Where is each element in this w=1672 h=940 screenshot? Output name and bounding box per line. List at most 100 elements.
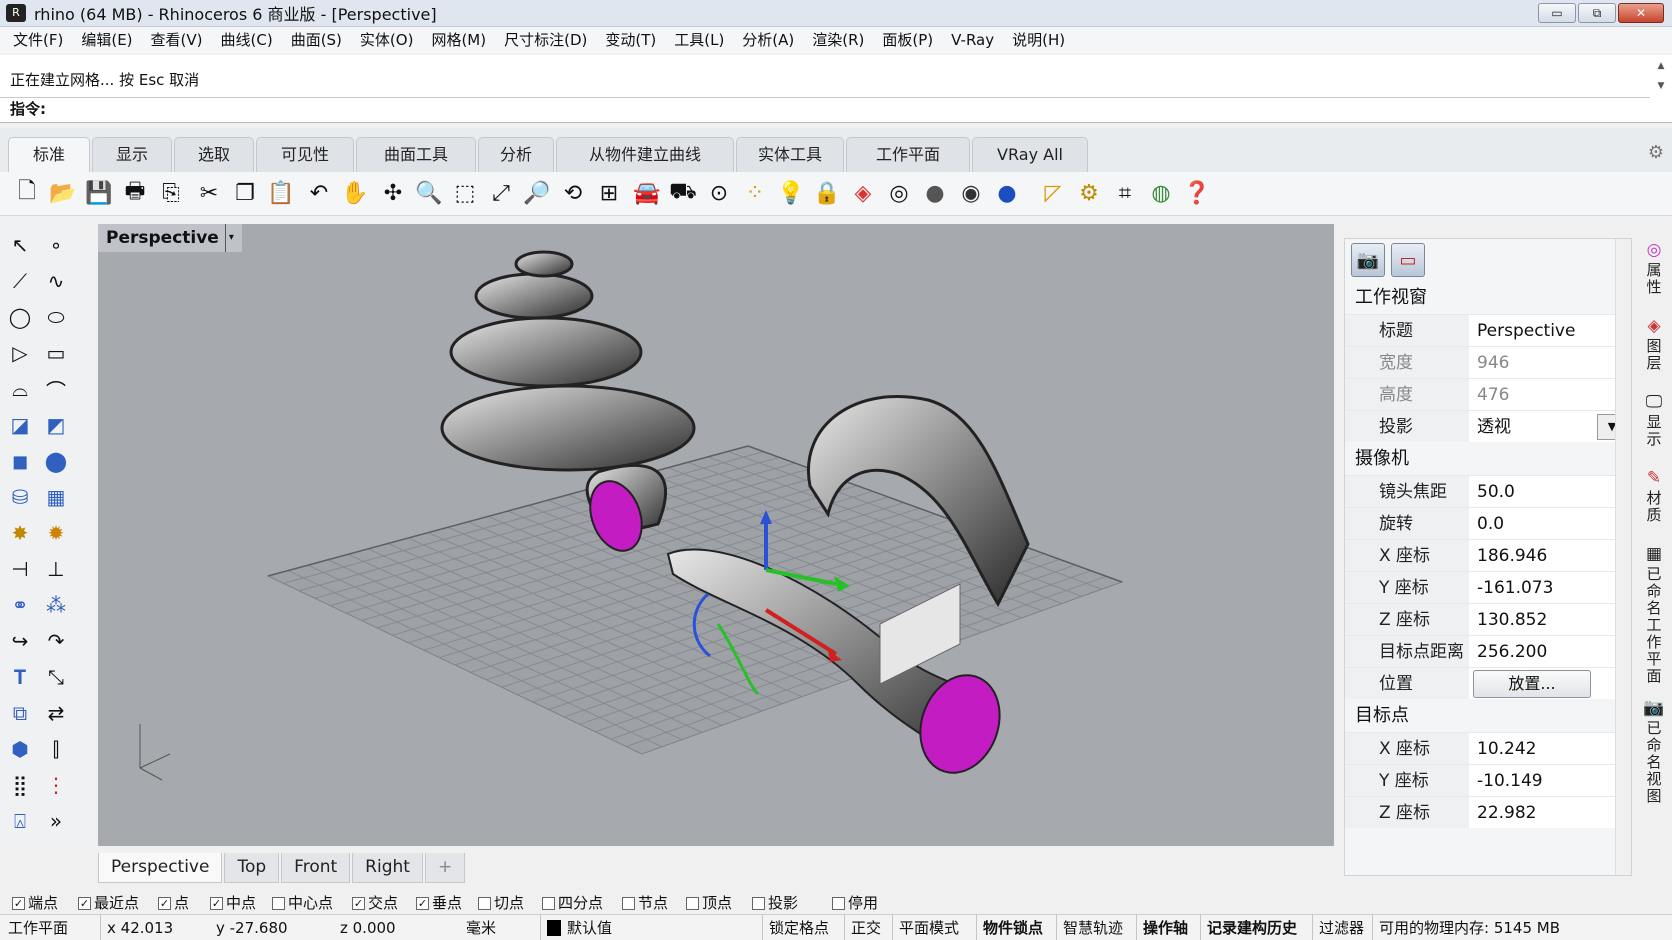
osnap-mid-checkbox[interactable]: ✓: [210, 896, 223, 910]
osnap-disable[interactable]: 停用: [832, 892, 878, 914]
osnap-vertex[interactable]: 顶点: [686, 892, 732, 914]
history-scroll-down-icon[interactable]: ▼: [1654, 81, 1668, 91]
filter-toggle[interactable]: 过滤器: [1312, 915, 1364, 940]
paste-icon[interactable]: 📋: [266, 178, 296, 208]
osnap-perp[interactable]: ✓ 垂点: [416, 892, 462, 914]
environment-sphere-icon[interactable]: ●: [992, 178, 1022, 208]
lock-icon[interactable]: 🔒: [812, 178, 842, 208]
osnap-knot-checkbox[interactable]: [622, 896, 635, 910]
menu-transform[interactable]: 变动(T): [596, 27, 665, 54]
prop-target-x-field[interactable]: 10.242: [1469, 733, 1631, 764]
planar-toggle[interactable]: 平面模式: [892, 915, 959, 940]
menu-surface[interactable]: 曲面(S): [282, 27, 351, 54]
prop-target-z-field[interactable]: 22.982: [1469, 797, 1631, 828]
wireframe-car-icon[interactable]: ⛟: [668, 178, 698, 208]
fillet-curve-icon[interactable]: ⌒: [40, 374, 72, 404]
new-file-icon[interactable]: 🗋: [12, 178, 42, 208]
undo-view-icon[interactable]: ⟲: [558, 178, 588, 208]
undo-icon[interactable]: ↶: [304, 178, 334, 208]
prop-camera-z-field[interactable]: 130.852: [1469, 604, 1631, 635]
more-tools-icon[interactable]: »: [40, 806, 72, 836]
osnap-tan[interactable]: 切点: [478, 892, 524, 914]
tab-solid-tools[interactable]: 实体工具: [736, 137, 844, 172]
pan-hand-icon[interactable]: ✋: [340, 178, 370, 208]
osnap-end-checkbox[interactable]: ✓: [12, 896, 25, 910]
extrude-surface-icon[interactable]: ◩: [40, 410, 72, 440]
osnap-int[interactable]: ✓ 交点: [352, 892, 398, 914]
box-icon[interactable]: ◼: [4, 446, 36, 476]
menu-dimension[interactable]: 尺寸标注(D): [495, 27, 596, 54]
viewport-tab-front[interactable]: Front: [281, 853, 351, 883]
help-icon[interactable]: ❓: [1182, 178, 1212, 208]
osnap-near[interactable]: ✓ 最近点: [78, 892, 139, 914]
side-tab-display[interactable]: 🖵 显示: [1642, 394, 1666, 448]
place-button[interactable]: 放置...: [1473, 670, 1591, 698]
cut-icon[interactable]: ✂: [194, 178, 224, 208]
render-sphere-icon[interactable]: ◉: [956, 178, 986, 208]
menu-help[interactable]: 说明(H): [1003, 27, 1074, 54]
command-prompt-input[interactable]: 指令:: [0, 97, 1650, 121]
osnap-point[interactable]: ✓ 点: [158, 892, 189, 914]
four-viewports-icon[interactable]: ⊞: [594, 178, 624, 208]
polyline-icon[interactable]: ⟋: [4, 266, 36, 296]
osnap-vertex-checkbox[interactable]: [686, 896, 699, 910]
grid-snap-toggle[interactable]: 锁定格点: [762, 915, 829, 940]
zoom-extents-icon[interactable]: ⤢: [486, 178, 516, 208]
osnap-center[interactable]: 中心点: [272, 892, 333, 914]
blend-icon[interactable]: ↷: [40, 626, 72, 656]
analysis-tool-icon[interactable]: ⍓: [4, 806, 36, 836]
tab-standard[interactable]: 标准: [8, 137, 90, 172]
import-icon[interactable]: ⎘: [156, 178, 186, 208]
side-tab-properties[interactable]: ◎ 属性: [1642, 242, 1666, 296]
menu-curve[interactable]: 曲线(C): [212, 27, 282, 54]
material-sphere-icon[interactable]: ●: [920, 178, 950, 208]
tab-curve-from-objects[interactable]: 从物件建立曲线: [556, 137, 734, 172]
close-button[interactable]: ✕: [1618, 3, 1664, 23]
points-icon[interactable]: ⁘: [740, 178, 770, 208]
mesh-icon[interactable]: ▦: [40, 482, 72, 512]
rectangle-icon[interactable]: ▭: [40, 338, 72, 368]
tab-visibility[interactable]: 可见性: [256, 137, 354, 172]
camera-icon[interactable]: 📷: [1351, 243, 1385, 277]
split-icon[interactable]: ⊥: [40, 554, 72, 584]
color-wheel-icon[interactable]: ◎: [884, 178, 914, 208]
arc-icon[interactable]: ⌓: [4, 374, 36, 404]
status-layer[interactable]: 默认值: [540, 915, 612, 940]
cplane-icon[interactable]: ⊙: [704, 178, 734, 208]
osnap-end[interactable]: ✓ 端点: [12, 892, 58, 914]
save-icon[interactable]: 💾: [84, 178, 114, 208]
side-tab-named-cplanes[interactable]: ▦ 已命名工作平面: [1642, 546, 1666, 685]
trim-icon[interactable]: ⊣: [4, 554, 36, 584]
boolean-union-icon[interactable]: ⚭: [4, 590, 36, 620]
record-history-toggle[interactable]: 记录建构历史: [1200, 915, 1297, 940]
smarttrack-toggle[interactable]: 智慧轨迹: [1056, 915, 1123, 940]
select-arrow-icon[interactable]: ↖: [4, 230, 36, 260]
tab-analyze[interactable]: 分析: [478, 137, 554, 172]
text-icon[interactable]: 𝐓: [4, 662, 36, 692]
prop-projection-select[interactable]: 透视 ▼: [1469, 411, 1631, 442]
prop-title-field[interactable]: Perspective: [1469, 315, 1631, 346]
viewport-tab-top[interactable]: Top: [224, 853, 280, 883]
status-cplane[interactable]: 工作平面: [8, 915, 68, 940]
sphere-icon[interactable]: ⬤: [40, 446, 72, 476]
osnap-near-checkbox[interactable]: ✓: [78, 896, 91, 910]
prop-camera-y-field[interactable]: -161.073: [1469, 572, 1631, 603]
osnap-project[interactable]: 投影: [752, 892, 798, 914]
viewport-frame-icon[interactable]: ▭: [1391, 243, 1425, 277]
menu-file[interactable]: 文件(F): [4, 27, 72, 54]
block-icon[interactable]: ⬢: [4, 734, 36, 764]
viewport-tab-perspective[interactable]: Perspective: [98, 853, 223, 883]
layer-icon[interactable]: ◈: [848, 178, 878, 208]
osnap-quad[interactable]: 四分点: [542, 892, 603, 914]
group-icon[interactable]: ⧉: [4, 698, 36, 728]
side-tab-layers[interactable]: ◈ 图层: [1642, 318, 1666, 372]
dimension-icon[interactable]: ◸: [1038, 178, 1068, 208]
osnap-int-checkbox[interactable]: ✓: [352, 896, 365, 910]
menu-vray[interactable]: V-Ray: [942, 27, 1003, 54]
osnap-mid[interactable]: ✓ 中点: [210, 892, 256, 914]
fillet-edge-icon[interactable]: ↪: [4, 626, 36, 656]
gear-icon[interactable]: ⚙: [1648, 142, 1664, 163]
tab-vray-all[interactable]: VRay All: [972, 137, 1088, 172]
gumball-toggle[interactable]: 操作轴: [1136, 915, 1188, 940]
tab-surface-tools[interactable]: 曲面工具: [356, 137, 476, 172]
